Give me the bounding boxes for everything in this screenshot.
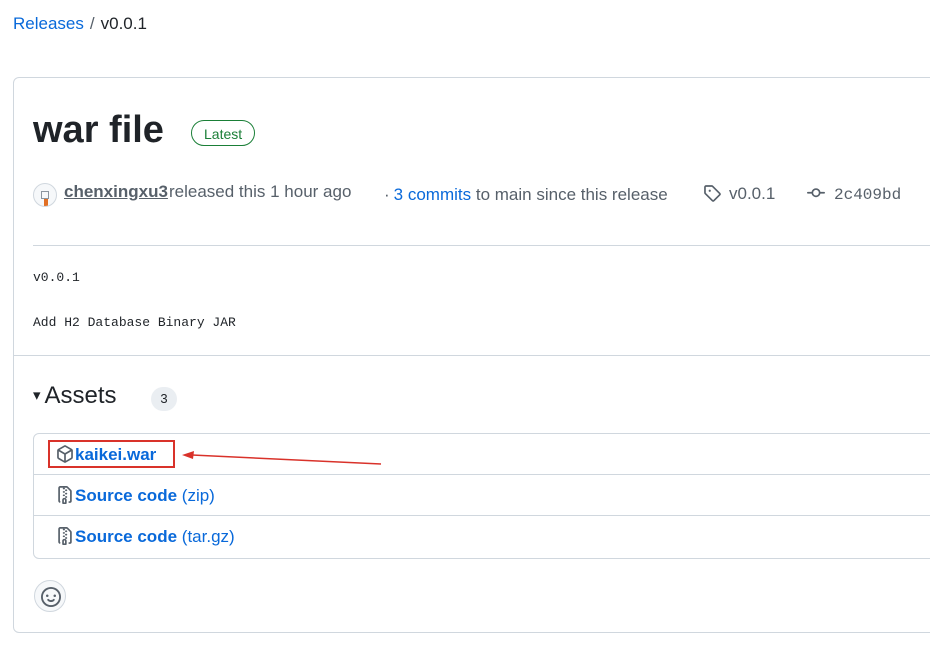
- commit-sha: 2c409bd: [834, 186, 902, 204]
- divider: [33, 245, 930, 246]
- asset-row[interactable]: Source code (tar.gz): [34, 516, 930, 557]
- release-meta: chenxingxu3 released this 1 hour ago · 3 …: [33, 181, 923, 207]
- released-text: released this 1 hour ago: [169, 182, 352, 201]
- tag-label: v0.0.1: [729, 184, 776, 203]
- commits-link[interactable]: 3 commits: [394, 185, 471, 204]
- asset-link-source-zip[interactable]: Source code (zip): [75, 486, 215, 506]
- breadcrumb-releases-link[interactable]: Releases: [13, 14, 84, 33]
- add-reaction-button[interactable]: [34, 580, 66, 612]
- smiley-icon: [41, 587, 61, 607]
- asset-suffix: (zip): [181, 486, 215, 505]
- commits-suffix: to main since this release: [475, 185, 668, 204]
- breadcrumb-separator: /: [89, 14, 95, 33]
- annotation-highlight-box: [48, 440, 175, 468]
- release-body-line: Add H2 Database Binary JAR: [33, 315, 236, 330]
- file-zip-icon: [56, 527, 74, 550]
- asset-suffix: (tar.gz): [181, 527, 235, 546]
- annotation-arrow: [182, 451, 382, 465]
- asset-row[interactable]: Source code (zip): [34, 475, 930, 516]
- caret-down-icon: ▾: [33, 387, 41, 404]
- tag-icon: [704, 185, 721, 202]
- assets-toggle[interactable]: ▾ Assets: [33, 382, 117, 412]
- git-commit-icon: [807, 188, 825, 198]
- breadcrumb: Releases / v0.0.1: [13, 14, 147, 34]
- release-body-line: v0.0.1: [33, 270, 80, 285]
- file-zip-icon: [56, 486, 74, 509]
- author-link[interactable]: chenxingxu3: [64, 182, 168, 202]
- asset-name: Source code: [75, 527, 178, 546]
- commits-info: · 3 commits to main since this release: [384, 185, 668, 205]
- assets-count-badge: 3: [151, 387, 177, 411]
- tag-link[interactable]: v0.0.1: [703, 184, 775, 204]
- divider: [13, 355, 930, 356]
- avatar[interactable]: [33, 183, 57, 207]
- release-title: war file: [33, 109, 164, 151]
- assets-heading: Assets: [44, 382, 117, 409]
- asset-link-source-targz[interactable]: Source code (tar.gz): [75, 527, 235, 547]
- breadcrumb-current: v0.0.1: [100, 14, 147, 33]
- commit-link[interactable]: 2c409bd: [806, 184, 901, 204]
- commits-dot: ·: [384, 185, 390, 204]
- asset-name: Source code: [75, 486, 178, 505]
- latest-badge: Latest: [191, 120, 256, 146]
